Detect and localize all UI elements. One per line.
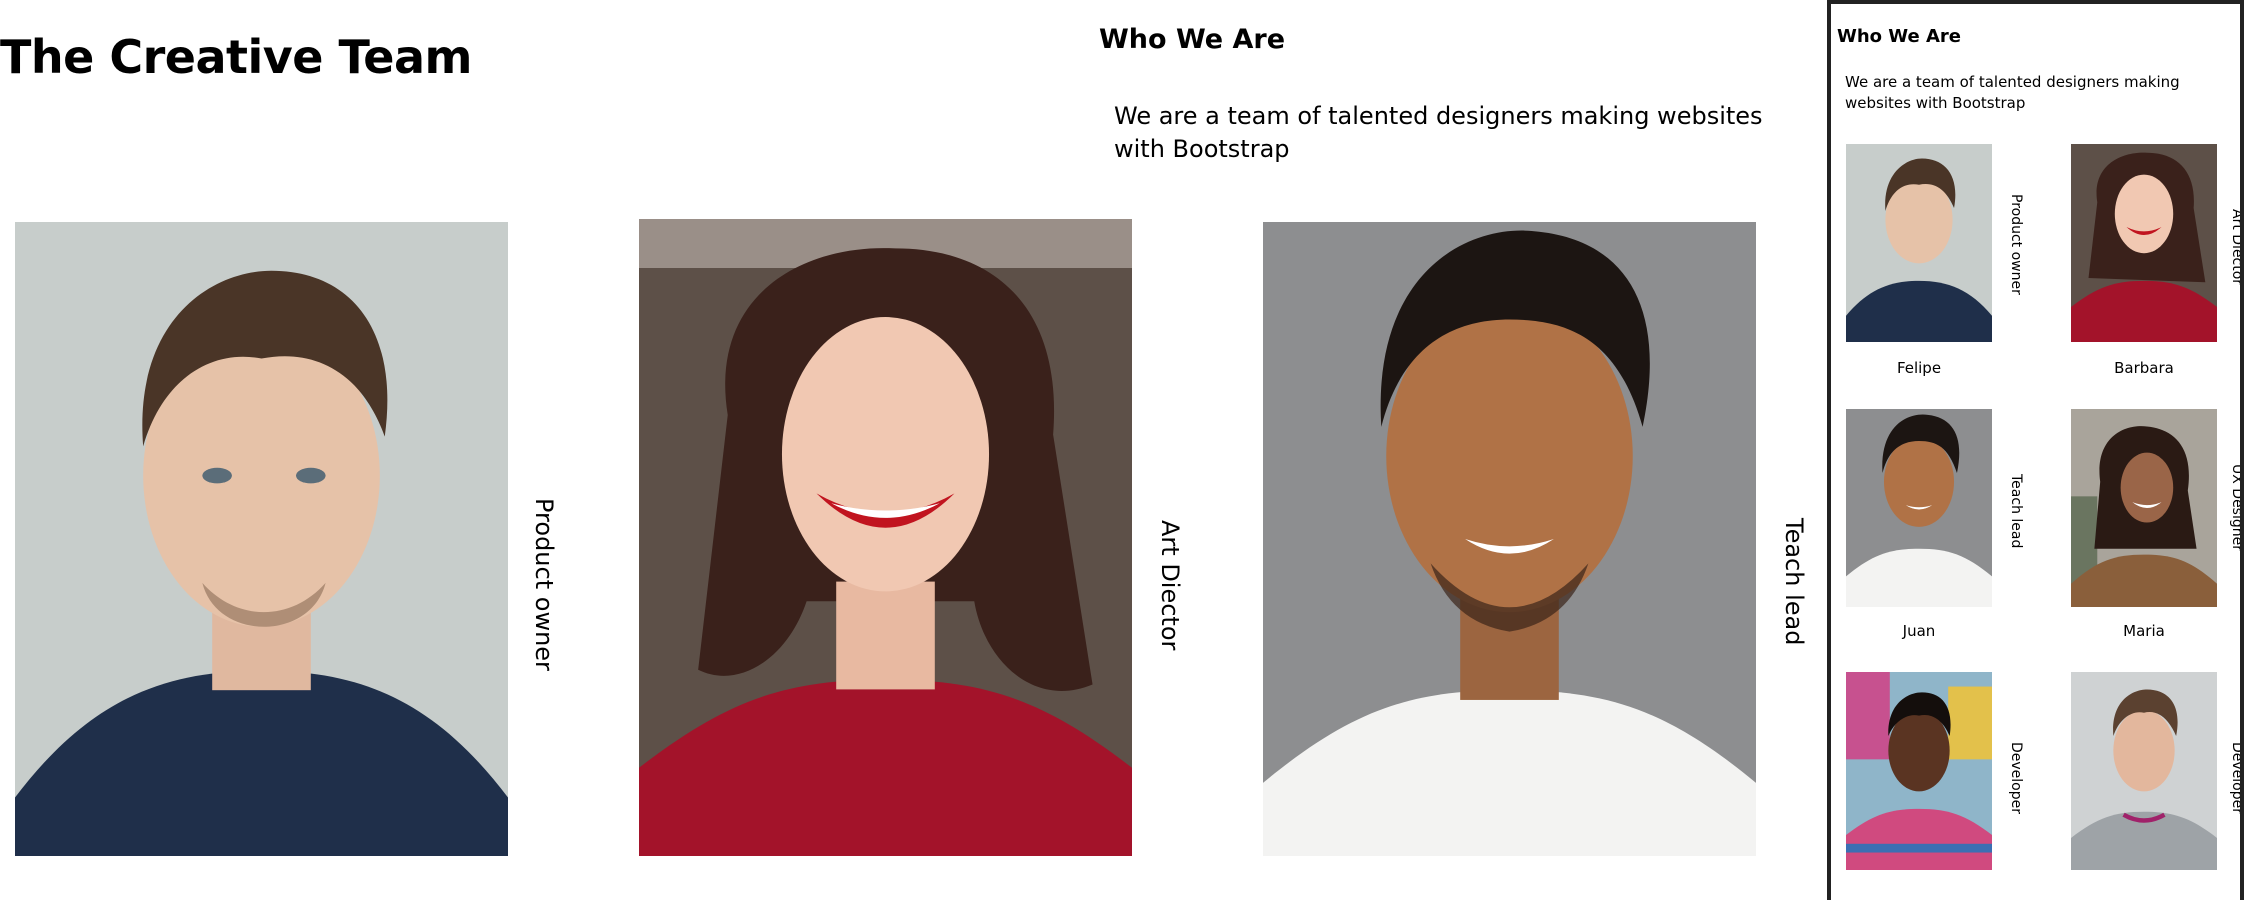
mini-photo-felipe	[1846, 144, 1992, 342]
team-role-art-director: Art Diector	[1156, 520, 1184, 651]
team-role-product-owner: Product owner	[530, 498, 558, 671]
who-we-are-text: We are a team of talented designers maki…	[1114, 102, 1763, 163]
mini-name-juan: Juan	[1902, 622, 1936, 640]
mini-photo-developer-2	[2071, 672, 2217, 870]
team-photo-art-director	[639, 219, 1132, 856]
mini-role-felipe: Product owner	[2008, 194, 2024, 295]
team-role-tech-lead: Teach lead	[1780, 518, 1808, 646]
mini-photo-maria	[2071, 409, 2217, 607]
mini-name-barbara: Barbara	[2114, 359, 2174, 377]
mini-photo-developer-1	[1846, 672, 1992, 870]
side-panel: Who We Are We are a team of talented des…	[1827, 0, 2244, 900]
mini-role-maria: UX Designer	[2229, 464, 2244, 551]
mini-name-maria: Maria	[2123, 622, 2165, 640]
mini-photo-barbara	[2071, 144, 2217, 342]
side-panel-heading: Who We Are	[1837, 26, 1962, 47]
mini-name-felipe: Felipe	[1896, 359, 1942, 377]
page-title: The Creative Team	[0, 30, 472, 84]
who-we-are-heading: Who We Are	[1099, 24, 1286, 55]
mini-role-barbara: Art Diector	[2229, 209, 2244, 286]
mini-photo-juan	[1846, 409, 1992, 607]
team-photo-tech-lead	[1263, 222, 1756, 856]
mini-role-developer-1: Developer	[2008, 742, 2024, 815]
team-photo-product-owner	[15, 222, 508, 856]
mini-role-developer-2: Developer	[2229, 742, 2244, 815]
side-panel-text: We are a team of talented designers maki…	[1845, 73, 2180, 112]
mini-role-juan: Teach lead	[2008, 474, 2024, 549]
